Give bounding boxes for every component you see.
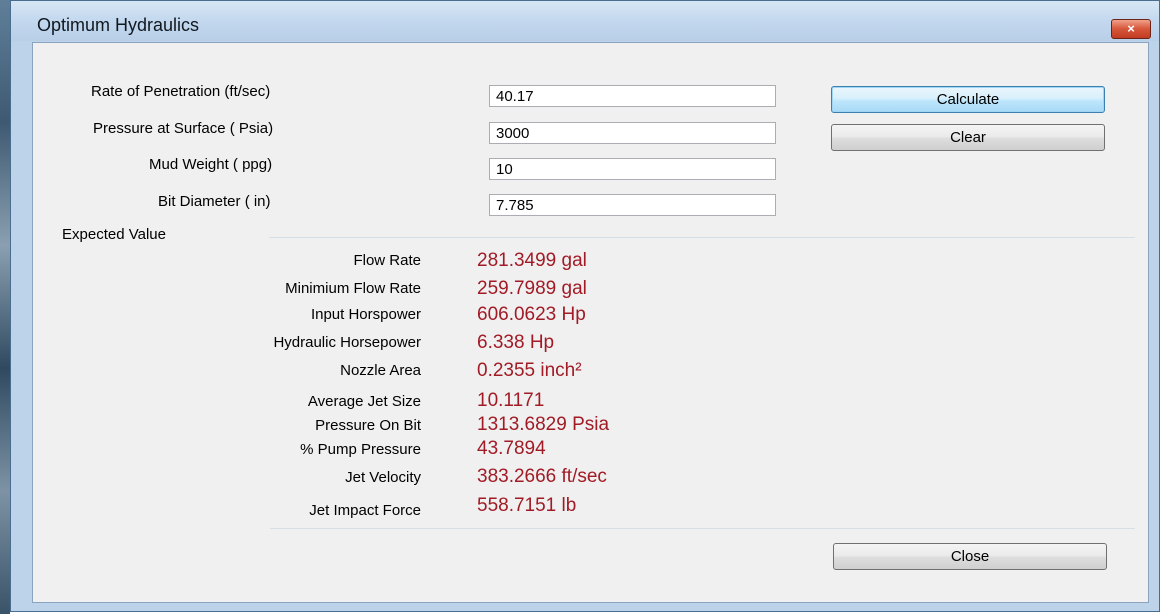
jet-velocity-label: Jet Velocity	[345, 469, 421, 486]
jet-velocity-value: 383.2666 ft/sec	[477, 466, 607, 487]
dialog-client-area: Rate of Penetration (ft/sec) Pressure at…	[32, 42, 1149, 603]
mud-weight-label: Mud Weight ( ppg)	[149, 156, 273, 173]
mud-weight-input[interactable]	[489, 158, 776, 180]
input-horsepower-value: 606.0623 Hp	[477, 304, 586, 325]
pressure-at-surface-label: Pressure at Surface ( Psia)	[93, 120, 274, 137]
window-close-icon[interactable]: ×	[1111, 19, 1151, 39]
flow-rate-value: 281.3499 gal	[477, 250, 587, 271]
jet-impact-force-value: 558.7151 lb	[477, 495, 577, 516]
nozzle-area-value: 0.2355 inch²	[477, 360, 582, 381]
pump-pressure-percent-value: 43.7894	[477, 438, 546, 459]
pressure-at-surface-input[interactable]	[489, 122, 776, 144]
clear-button[interactable]: Clear	[831, 124, 1105, 151]
pressure-on-bit-label: Pressure On Bit	[315, 417, 421, 434]
bit-diameter-input[interactable]	[489, 194, 776, 216]
rate-of-penetration-input[interactable]	[489, 85, 776, 107]
minimum-flow-rate-label: Minimium Flow Rate	[285, 280, 421, 297]
nozzle-area-label: Nozzle Area	[340, 362, 421, 379]
window-title: Optimum Hydraulics	[37, 15, 200, 35]
pressure-on-bit-value: 1313.6829 Psia	[477, 414, 610, 435]
hydraulic-horsepower-label: Hydraulic Horsepower	[273, 334, 421, 351]
average-jet-size-label: Average Jet Size	[307, 393, 421, 410]
jet-impact-force-label: Jet Impact Force	[309, 502, 421, 519]
bottom-divider	[270, 528, 1135, 529]
title-bar[interactable]: Optimum Hydraulics ×	[11, 1, 1159, 41]
flow-rate-label: Flow Rate	[353, 252, 421, 269]
bit-diameter-label: Bit Diameter ( in)	[158, 193, 271, 210]
expected-value-group-label: Expected Value	[62, 226, 166, 243]
input-horsepower-label: Input Horspower	[310, 306, 421, 323]
average-jet-size-value: 10.1171	[477, 390, 545, 411]
optimum-hydraulics-window: Optimum Hydraulics × Rate of Penetration…	[10, 0, 1160, 612]
minimum-flow-rate-value: 259.7989 gal	[477, 278, 587, 299]
group-divider	[269, 237, 1135, 238]
desktop-background	[0, 0, 10, 614]
close-button[interactable]: Close	[833, 543, 1107, 570]
rate-of-penetration-label: Rate of Penetration (ft/sec)	[91, 83, 271, 100]
pump-pressure-percent-label: % Pump Pressure	[300, 441, 421, 458]
calculate-button[interactable]: Calculate	[831, 86, 1105, 113]
hydraulic-horsepower-value: 6.338 Hp	[477, 332, 555, 353]
